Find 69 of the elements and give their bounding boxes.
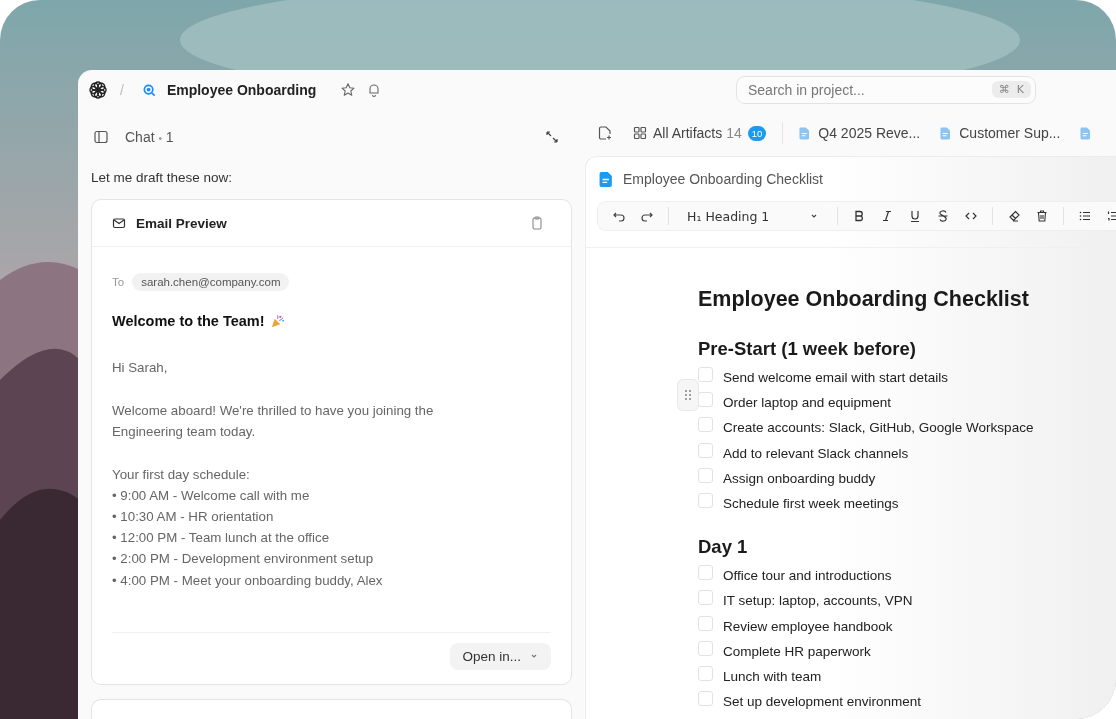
document-icon xyxy=(599,170,613,188)
section-heading: Pre-Start (1 week before) xyxy=(698,338,917,360)
checklist-item: Set up development environment xyxy=(723,694,922,710)
checklist-item: Schedule first week meetings xyxy=(723,496,899,512)
document-icon xyxy=(940,126,952,140)
checklist-item: Office tour and introductions xyxy=(723,568,892,584)
email-greeting: Hi Sarah, xyxy=(112,359,169,377)
drag-handle-icon[interactable] xyxy=(677,379,699,411)
schedule-item: • 4:00 PM - Meet your onboarding buddy, Alex xyxy=(112,571,384,590)
document-heading: Employee Onboarding Checklist xyxy=(698,287,1030,312)
flower-logo-icon[interactable] xyxy=(88,80,108,100)
email-paragraph: Welcome aboard! We're thrilled to have you joining the Engineering team today. xyxy=(112,401,435,441)
checklist-item: Add to relevant Slack channels xyxy=(723,445,909,461)
checkbox[interactable] xyxy=(698,417,713,433)
checklist-item: Assign onboarding buddy xyxy=(723,470,876,486)
checklist-item: Lunch with team xyxy=(723,668,822,684)
shortcut-key: ⌘ K xyxy=(991,81,1031,98)
document-tab[interactable]: Q4 2025 Reve... xyxy=(799,125,921,141)
trash-icon[interactable] xyxy=(1035,209,1050,223)
checklist-item: Create accounts: Slack, GitHub, Google Workspace xyxy=(723,420,1034,436)
grid-icon xyxy=(633,126,647,140)
card-title: Email Preview xyxy=(136,215,227,231)
eraser-icon[interactable] xyxy=(1007,209,1022,223)
all-artifacts-tab[interactable]: All Artifacts 14 10 xyxy=(633,125,767,141)
checkbox[interactable] xyxy=(698,467,713,483)
checkbox[interactable] xyxy=(698,691,713,707)
checklist-item: Review employee handbook xyxy=(723,618,893,634)
checkbox[interactable] xyxy=(698,590,713,606)
new-file-icon[interactable] xyxy=(597,125,613,141)
checkbox[interactable] xyxy=(698,565,713,581)
clipboard-icon[interactable] xyxy=(531,216,543,230)
schedule-item: • 10:30 AM - HR orientation xyxy=(112,507,275,526)
to-label: To xyxy=(112,276,125,288)
checkbox[interactable] xyxy=(698,493,713,509)
email-subject: Welcome to the Team! xyxy=(112,313,265,329)
numbered-list-icon[interactable] xyxy=(1106,209,1116,223)
checkbox[interactable] xyxy=(698,665,713,681)
recipient-chip: sarah.chen@company.com xyxy=(132,273,290,291)
star-icon[interactable] xyxy=(340,82,357,98)
search-icon xyxy=(141,82,157,98)
expand-icon[interactable] xyxy=(545,130,559,144)
breadcrumb-separator: / xyxy=(120,82,124,98)
project-title: Employee Onboarding xyxy=(166,82,317,98)
strikethrough-icon[interactable] xyxy=(936,209,951,223)
section-heading: Day 1 xyxy=(698,536,749,559)
checkbox[interactable] xyxy=(698,615,713,631)
block-style-dropdown[interactable]: H₁ Heading 1 xyxy=(683,208,824,224)
count-badge: 10 xyxy=(747,125,767,141)
schedule-item: • 12:00 PM - Team lunch at the office xyxy=(112,529,331,548)
checkbox[interactable] xyxy=(698,367,713,383)
checklist-item: Send welcome email with start details xyxy=(723,370,949,386)
sidebar-toggle-icon[interactable] xyxy=(93,129,109,145)
mail-icon xyxy=(112,216,126,230)
document-tab[interactable]: Customer Sup... xyxy=(940,125,1061,141)
checkbox[interactable] xyxy=(698,442,713,458)
schedule-title: Your first day schedule: xyxy=(112,465,251,484)
schedule-item: • 2:00 PM - Development environment setup xyxy=(112,550,375,569)
chat-title: Chat • 1 xyxy=(125,129,174,145)
checklist-item: IT setup: laptop, accounts, VPN xyxy=(723,593,913,609)
document-title: Employee Onboarding Checklist xyxy=(623,171,823,187)
bullet-list-icon[interactable] xyxy=(1078,209,1093,223)
checkbox[interactable] xyxy=(698,640,713,656)
checklist-item: Complete HR paperwork xyxy=(723,643,871,659)
party-popper-icon xyxy=(269,313,285,329)
checklist-item: Order laptop and equipment xyxy=(723,395,892,411)
schedule-item: • 9:00 AM - Welcome call with me xyxy=(112,486,311,505)
open-in-button[interactable]: Open in... xyxy=(450,642,551,670)
chat-message: Let me draft these now: xyxy=(91,170,234,185)
document-icon xyxy=(799,126,811,140)
